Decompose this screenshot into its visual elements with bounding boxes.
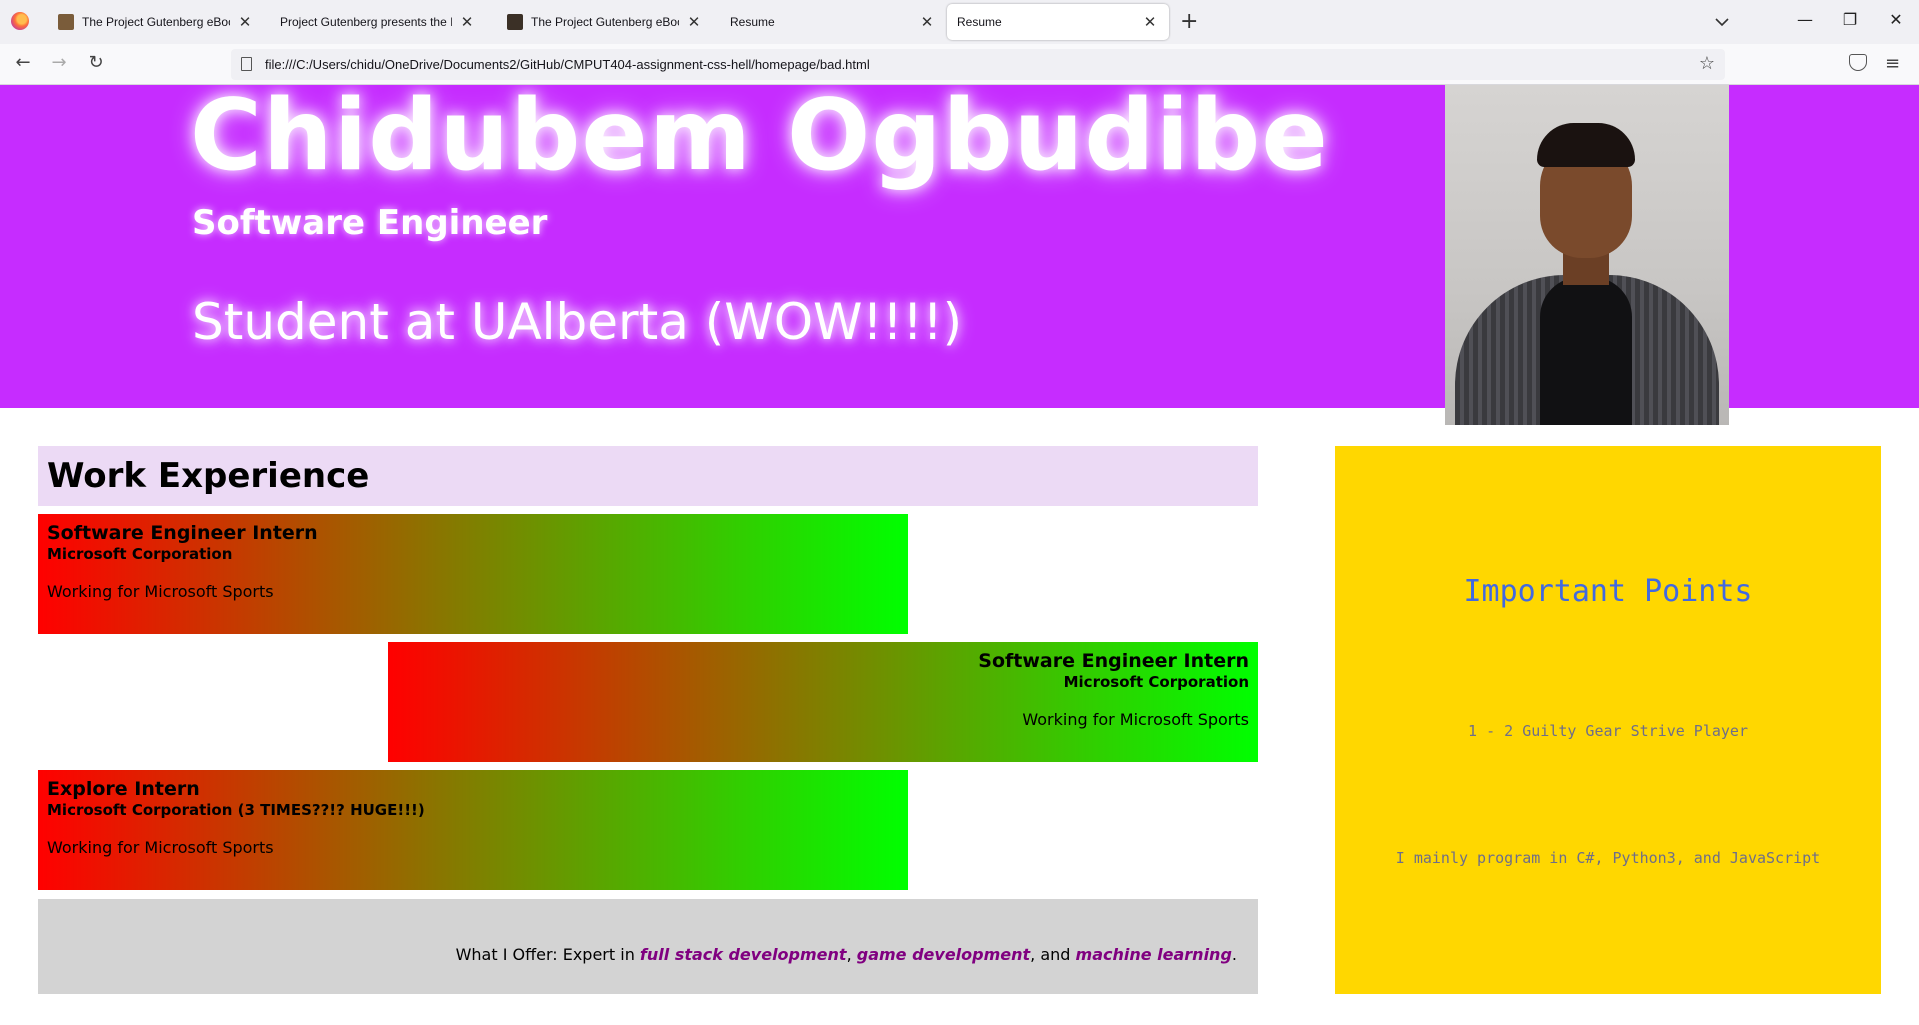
navigation-toolbar: ← → ↻ file:///C:/Users/chidu/OneDrive/Do…	[0, 44, 1919, 85]
person-name: Chidubem Ogbudibe	[190, 85, 1329, 193]
point-item: I mainly program in C#, Python3, and Jav…	[1395, 849, 1821, 867]
book-favicon-icon	[507, 14, 523, 30]
book-favicon-icon	[58, 14, 74, 30]
job-card: Software Engineer Intern Microsoft Corpo…	[38, 514, 908, 634]
important-points-panel: Important Points 1 - 2 Guilty Gear Striv…	[1335, 446, 1881, 994]
url-text[interactable]: file:///C:/Users/chidu/OneDrive/Document…	[265, 57, 870, 72]
job-title: Software Engineer Intern	[978, 650, 1249, 672]
forward-arrow-icon[interactable]: →	[46, 52, 72, 73]
tab-gutenberg-1[interactable]: The Project Gutenberg eBook of ✕	[48, 0, 264, 44]
reload-icon[interactable]: ↻	[83, 52, 109, 73]
page-viewport: Chidubem Ogbudibe Software Engineer Stud…	[0, 85, 1919, 1025]
tab-resume-active[interactable]: Resume ✕	[947, 4, 1169, 40]
point-item: 1 - 2 Guilty Gear Strive Player	[1468, 722, 1748, 740]
offer-text: What I Offer: Expert in full stack devel…	[456, 945, 1237, 964]
job-card: Software Engineer Intern Microsoft Corpo…	[388, 642, 1258, 762]
close-tab-icon[interactable]: ✕	[1141, 13, 1159, 31]
hamburger-menu-icon[interactable]: ≡	[1885, 53, 1900, 74]
job-card: Explore Intern Microsoft Corporation (3 …	[38, 770, 908, 890]
offer-prefix: What I Offer: Expert in	[455, 945, 640, 964]
job-company: Microsoft Corporation (3 TIMES??!? HUGE!…	[47, 801, 425, 819]
profile-photo	[1445, 85, 1729, 425]
address-bar[interactable]: file:///C:/Users/chidu/OneDrive/Document…	[231, 49, 1725, 80]
job-title: Software Engineer Intern	[47, 522, 318, 544]
tab-gutenberg-2[interactable]: Project Gutenberg presents the Illust ✕	[270, 0, 486, 44]
work-experience-header: Work Experience	[38, 446, 1258, 506]
new-tab-button[interactable]: +	[1180, 9, 1198, 34]
school-tagline: Student at UAlberta (WOW!!!!)	[192, 293, 963, 351]
close-window-icon[interactable]: ✕	[1884, 10, 1908, 29]
job-title: Explore Intern	[47, 778, 200, 800]
tab-title: The Project Gutenberg eBook of	[82, 15, 230, 29]
photo-hair	[1537, 123, 1635, 167]
list-all-tabs-icon[interactable]	[1712, 12, 1732, 32]
job-company: Microsoft Corporation	[47, 545, 233, 563]
minimize-icon[interactable]: —	[1793, 10, 1817, 29]
tab-title: The Project Gutenberg eBook of	[531, 15, 679, 29]
photo-shirt	[1540, 277, 1632, 425]
job-description: Working for Microsoft Sports	[1022, 710, 1249, 729]
work-experience-heading: Work Experience	[47, 456, 370, 496]
offer-sep: , and	[1030, 945, 1076, 964]
what-i-offer-box: What I Offer: Expert in full stack devel…	[38, 899, 1258, 994]
skill-game-dev: game development	[856, 945, 1031, 964]
tab-resume-1[interactable]: Resume ✕	[720, 0, 946, 44]
page-file-icon	[241, 57, 252, 71]
job-description: Working for Microsoft Sports	[47, 582, 274, 601]
tab-title: Resume	[957, 15, 1002, 29]
close-tab-icon[interactable]: ✕	[685, 13, 703, 31]
skill-full-stack: full stack development	[639, 945, 847, 964]
tab-strip: The Project Gutenberg eBook of ✕ Project…	[0, 0, 1919, 44]
tab-title: Project Gutenberg presents the Illust	[280, 15, 452, 29]
pocket-icon[interactable]	[1849, 54, 1867, 71]
tab-gutenberg-3[interactable]: The Project Gutenberg eBook of ✕	[497, 0, 713, 44]
tab-title: Resume	[730, 15, 775, 29]
offer-suffix: .	[1231, 945, 1237, 964]
close-tab-icon[interactable]: ✕	[918, 13, 936, 31]
back-arrow-icon[interactable]: ←	[10, 52, 36, 73]
restore-icon[interactable]: ❐	[1838, 10, 1862, 29]
important-points-heading: Important Points	[1463, 574, 1753, 609]
offer-sep: ,	[846, 945, 857, 964]
job-company: Microsoft Corporation	[1063, 673, 1249, 691]
firefox-logo-icon[interactable]	[11, 12, 29, 30]
bookmark-star-icon[interactable]: ☆	[1699, 53, 1715, 74]
close-tab-icon[interactable]: ✕	[458, 13, 476, 31]
skill-ml: machine learning	[1075, 945, 1232, 964]
job-description: Working for Microsoft Sports	[47, 838, 274, 857]
close-tab-icon[interactable]: ✕	[236, 13, 254, 31]
job-role: Software Engineer	[192, 203, 548, 243]
